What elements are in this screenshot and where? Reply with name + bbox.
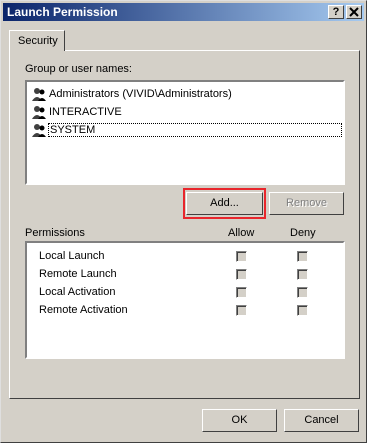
remote-launch-deny-checkbox[interactable] — [297, 269, 308, 280]
permission-row: Local Activation — [39, 286, 116, 298]
remove-button[interactable]: Remove — [269, 192, 344, 215]
list-item-system[interactable]: SYSTEM — [31, 121, 342, 139]
permissions-header: Permissions — [25, 227, 85, 239]
tab-security-label: Security — [18, 35, 58, 47]
remote-launch-allow-checkbox[interactable] — [236, 269, 247, 280]
deny-header: Deny — [290, 227, 316, 239]
permission-row: Local Launch — [39, 250, 105, 262]
user-name: SYSTEM — [48, 123, 342, 137]
close-icon — [349, 7, 359, 17]
remote-activation-allow-checkbox[interactable] — [236, 305, 247, 316]
permissions-list: Local Launch Remote Launch Local Activat… — [25, 241, 345, 359]
add-button-highlight — [183, 188, 266, 219]
allow-header: Allow — [228, 227, 255, 239]
local-launch-allow-checkbox[interactable] — [236, 251, 247, 262]
cancel-button[interactable]: Cancel — [284, 409, 359, 432]
permission-row: Remote Launch — [39, 268, 117, 280]
group-user-names-label: Group or user names: — [25, 63, 132, 75]
list-item-administrators[interactable]: Administrators (VIVID\Administrators) — [31, 85, 232, 103]
user-name: Administrators (VIVID\Administrators) — [49, 88, 232, 100]
user-group-icon — [31, 104, 47, 120]
launch-permission-dialog: Launch Permission ? Security Group or us… — [0, 0, 367, 443]
local-activation-allow-checkbox[interactable] — [236, 287, 247, 298]
permission-row: Remote Activation — [39, 304, 128, 316]
ok-button[interactable]: OK — [202, 409, 277, 432]
title-bar[interactable]: Launch Permission ? — [3, 3, 364, 21]
user-list[interactable]: Administrators (VIVID\Administrators) IN… — [25, 80, 345, 185]
user-group-icon — [31, 122, 47, 138]
user-name: INTERACTIVE — [49, 106, 122, 118]
help-button[interactable]: ? — [328, 5, 344, 19]
window-title: Launch Permission — [7, 5, 118, 19]
tab-security[interactable]: Security — [9, 30, 65, 51]
local-launch-deny-checkbox[interactable] — [297, 251, 308, 262]
remote-activation-deny-checkbox[interactable] — [297, 305, 308, 316]
close-button[interactable] — [346, 5, 362, 19]
local-activation-deny-checkbox[interactable] — [297, 287, 308, 298]
user-group-icon — [31, 86, 47, 102]
list-item-interactive[interactable]: INTERACTIVE — [31, 103, 122, 121]
